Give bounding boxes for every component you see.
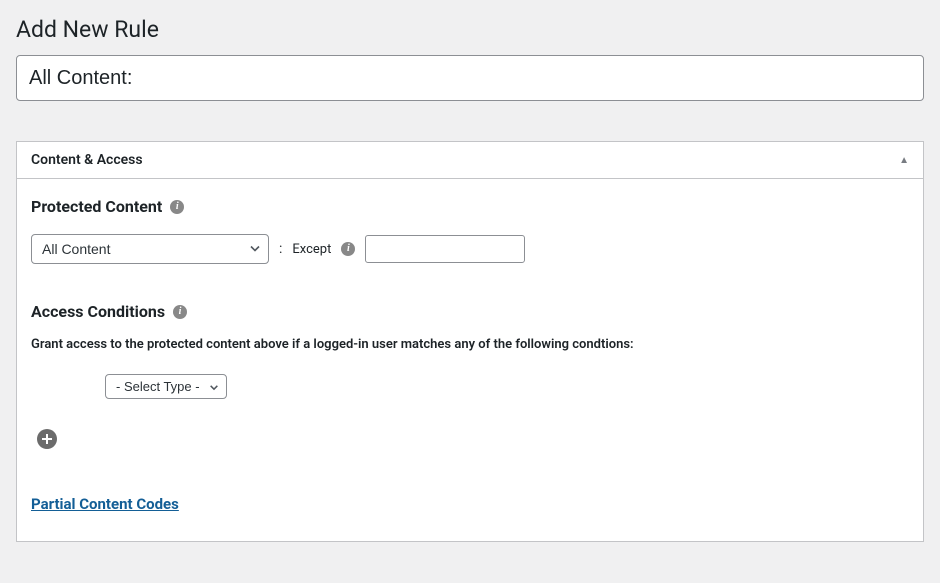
condition-row: - Select Type - bbox=[105, 374, 909, 399]
metabox-body: Protected Content i All Content : Except… bbox=[17, 179, 923, 541]
protected-content-heading: Protected Content i bbox=[31, 197, 184, 216]
metabox-header[interactable]: Content & Access ▲ bbox=[17, 142, 923, 179]
access-conditions-description: Grant access to the protected content ab… bbox=[31, 337, 909, 352]
info-icon[interactable]: i bbox=[173, 305, 187, 319]
access-conditions-label: Access Conditions bbox=[31, 302, 165, 321]
except-label: Except bbox=[292, 242, 331, 257]
add-condition-row bbox=[37, 429, 909, 453]
access-conditions-heading: Access Conditions i bbox=[31, 302, 187, 321]
protected-content-row: All Content : Except i bbox=[31, 234, 909, 264]
except-input[interactable] bbox=[365, 235, 525, 263]
rule-title-input[interactable] bbox=[16, 55, 924, 101]
partial-content-codes-link[interactable]: Partial Content Codes bbox=[31, 495, 179, 513]
metabox-title: Content & Access bbox=[31, 152, 143, 168]
content-access-metabox: Content & Access ▲ Protected Content i A… bbox=[16, 141, 924, 542]
access-conditions-section: Access Conditions i Grant access to the … bbox=[31, 302, 909, 453]
protected-content-label: Protected Content bbox=[31, 197, 162, 216]
info-icon[interactable]: i bbox=[170, 200, 184, 214]
condition-type-select[interactable]: - Select Type - bbox=[105, 374, 227, 399]
collapse-icon: ▲ bbox=[899, 155, 909, 166]
info-icon[interactable]: i bbox=[341, 242, 355, 256]
separator-colon: : bbox=[279, 241, 282, 257]
add-condition-button[interactable] bbox=[37, 429, 57, 449]
page-title: Add New Rule bbox=[16, 16, 924, 43]
protected-content-select[interactable]: All Content bbox=[31, 234, 269, 264]
